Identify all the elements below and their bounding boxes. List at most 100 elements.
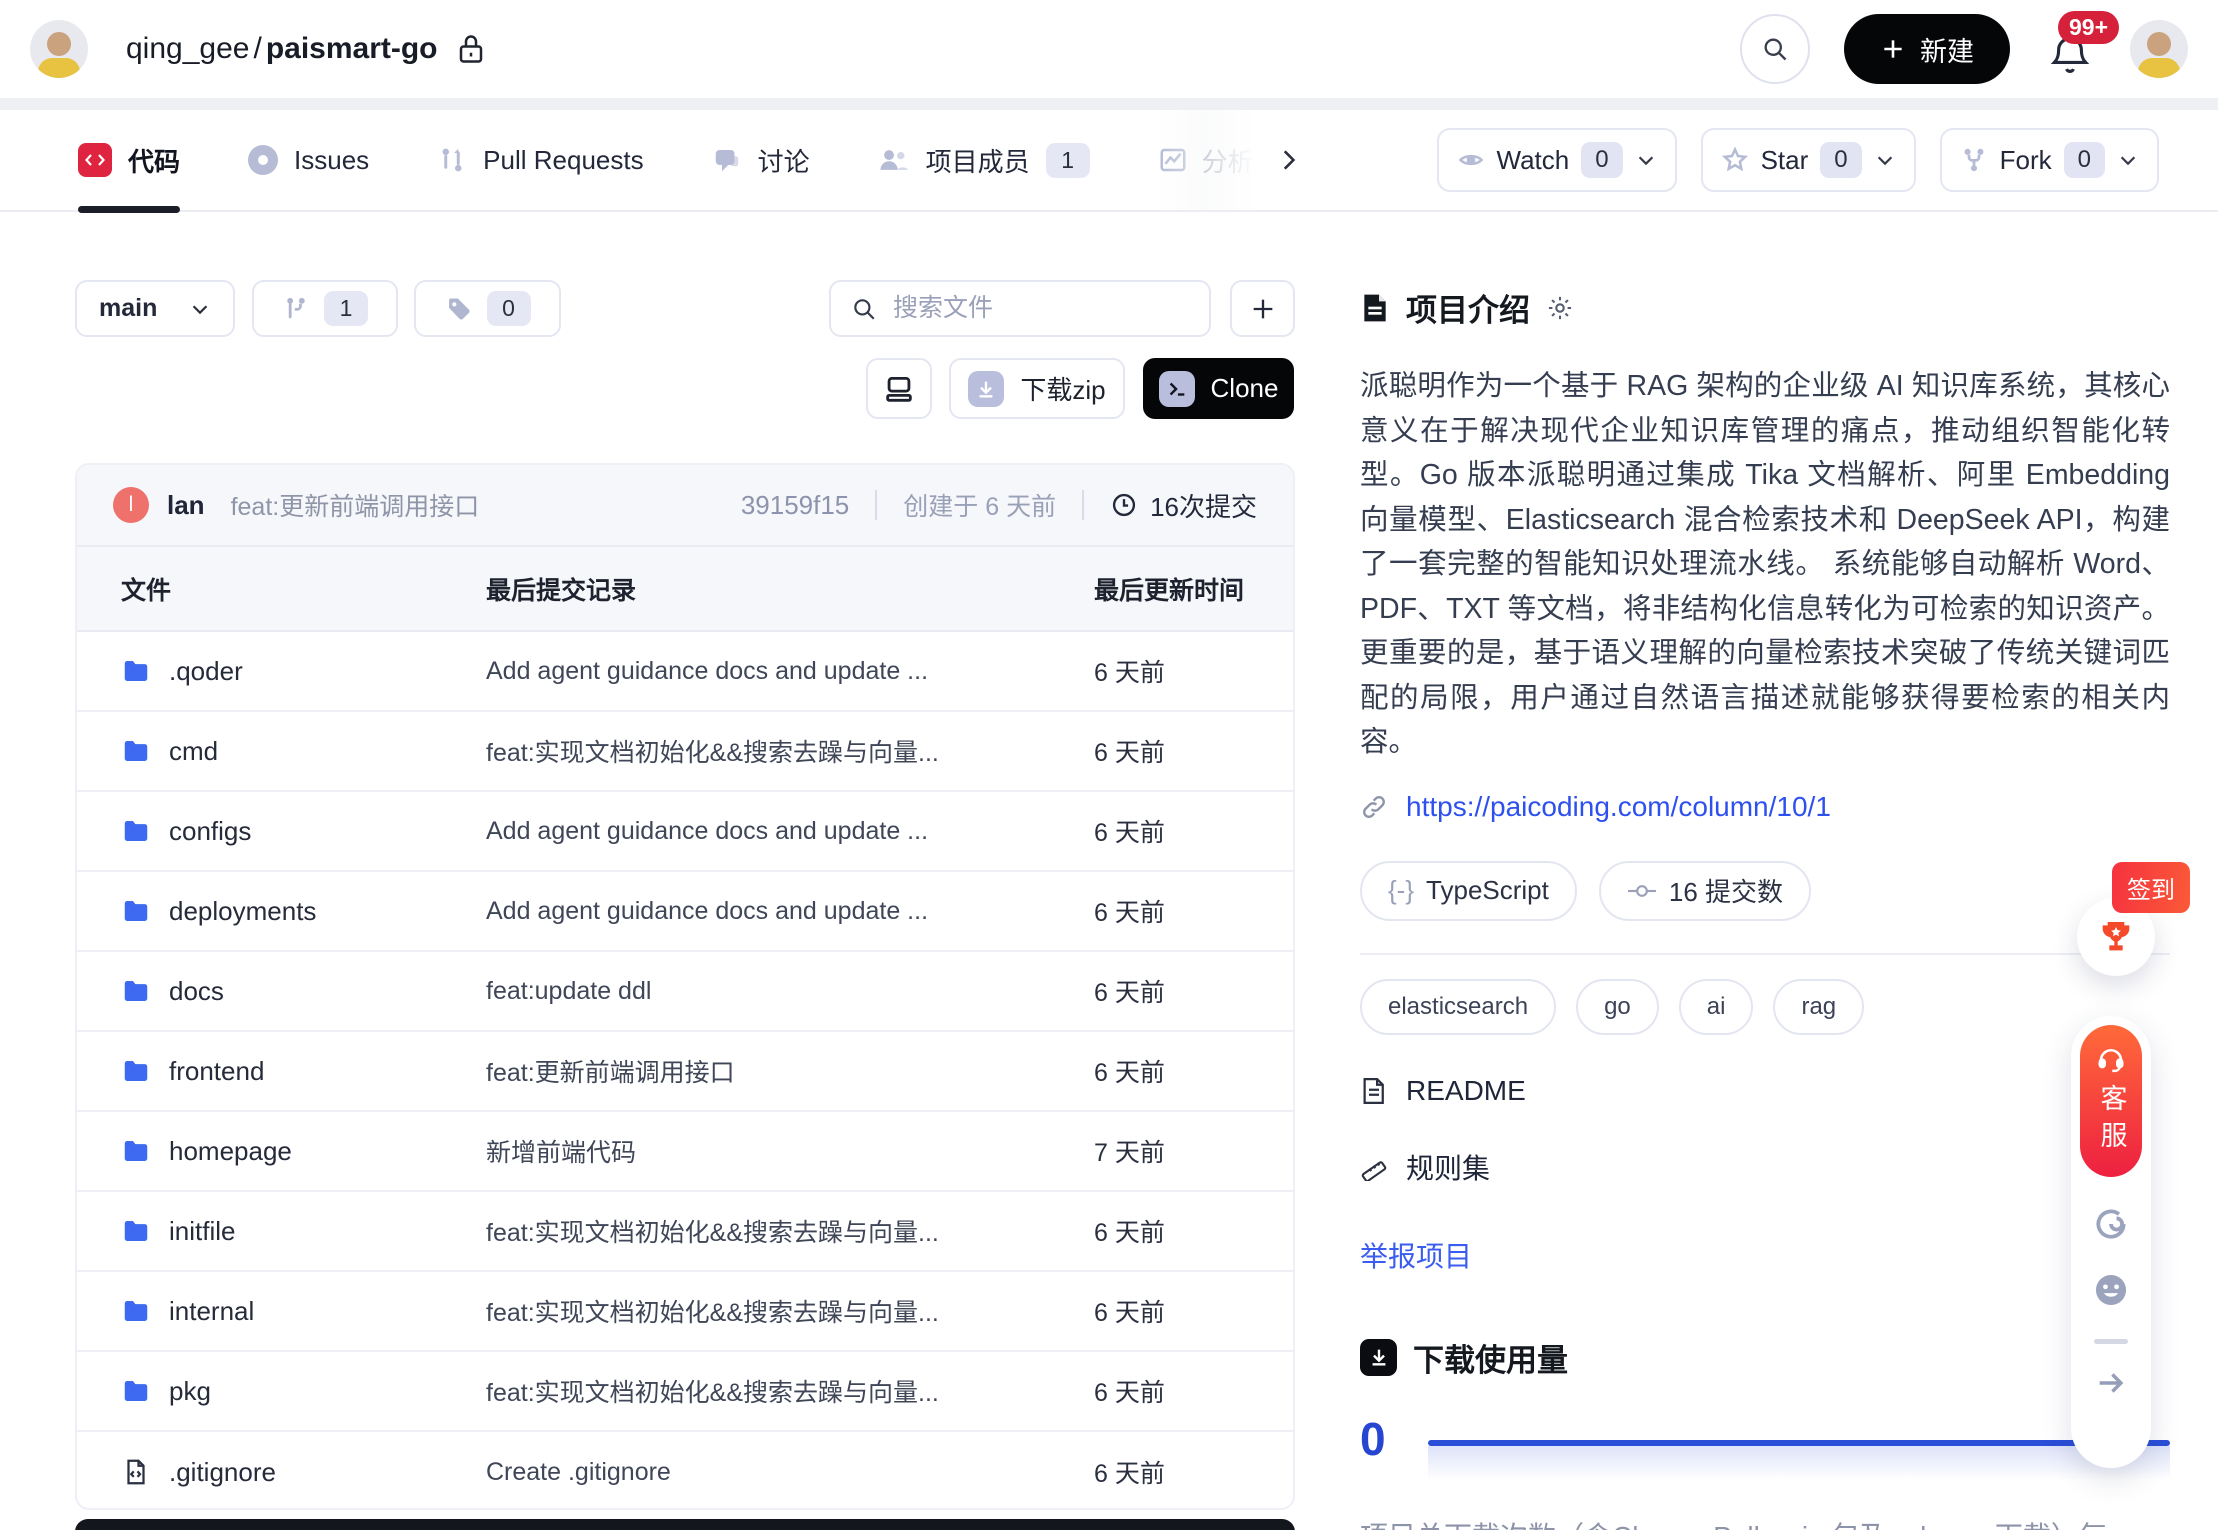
language-badge[interactable]: {-} TypeScript [1360, 861, 1577, 921]
tags-count: 0 [487, 291, 531, 326]
row-commit-message[interactable]: Add agent guidance docs and update ... [486, 817, 1094, 846]
headset-icon [2096, 1044, 2126, 1074]
commit-icon [1627, 880, 1657, 902]
row-commit-message[interactable]: feat:实现文档初始化&&搜索去躁与向量... [486, 1213, 1094, 1249]
row-commit-message[interactable]: feat:更新前端调用接口 [486, 1053, 1094, 1089]
table-row[interactable]: internal feat:实现文档初始化&&搜索去躁与向量... 6 天前 [77, 1272, 1293, 1352]
file-name[interactable]: .qoder [169, 656, 243, 687]
star-label: Star [1761, 145, 1809, 176]
row-commit-message[interactable]: feat:update ddl [486, 977, 1094, 1006]
fork-count: 0 [2064, 142, 2105, 178]
notifications-button[interactable]: 99+ [2044, 19, 2096, 79]
collapse-arrow-icon[interactable] [2094, 1366, 2128, 1400]
tag-rag[interactable]: rag [1773, 979, 1864, 1035]
avatar-letter: l [129, 493, 134, 517]
file-name[interactable]: initfile [169, 1216, 235, 1247]
tab-issues[interactable]: Issues [248, 110, 369, 210]
ruleset-row[interactable]: 规则集 [1360, 1147, 2170, 1187]
owner-avatar[interactable] [30, 20, 88, 78]
feedback-spinner-icon[interactable] [2092, 1205, 2130, 1243]
commits-badge[interactable]: 16 提交数 [1599, 861, 1811, 921]
branch-selector[interactable]: main [75, 280, 235, 337]
row-updated-time: 6 天前 [1094, 973, 1293, 1009]
commit-hash[interactable]: 39159f15 [741, 490, 849, 521]
smiley-icon[interactable] [2092, 1271, 2130, 1309]
commit-count-label: 16次提交 [1150, 487, 1257, 524]
readme-row[interactable]: README [1360, 1075, 2170, 1107]
table-row[interactable]: frontend feat:更新前端调用接口 6 天前 [77, 1032, 1293, 1112]
search-button[interactable] [1740, 14, 1810, 84]
watch-button[interactable]: Watch 0 [1437, 128, 1677, 192]
table-row[interactable]: .qoder Add agent guidance docs and updat… [77, 632, 1293, 712]
tab-discussions[interactable]: 讨论 [712, 110, 810, 210]
file-name[interactable]: frontend [169, 1056, 264, 1087]
add-file-button[interactable] [1230, 280, 1295, 337]
trophy-icon [2096, 917, 2136, 957]
latest-commit-bar[interactable]: l lan feat:更新前端调用接口 39159f15 创建于 6 天前 16… [77, 465, 1293, 547]
row-commit-message[interactable]: feat:实现文档初始化&&搜索去躁与向量... [486, 733, 1094, 769]
downloads-sparkline [1428, 1440, 2170, 1480]
tag-ai[interactable]: ai [1679, 979, 1754, 1035]
file-name[interactable]: deployments [169, 896, 316, 927]
row-commit-message[interactable]: feat:实现文档初始化&&搜索去躁与向量... [486, 1373, 1094, 1409]
chevron-down-icon[interactable] [1874, 149, 1896, 171]
downloads-title: 下载使用量 [1413, 1335, 1568, 1380]
row-commit-message[interactable]: 新增前端代码 [486, 1133, 1094, 1169]
fork-button[interactable]: Fork 0 [1940, 128, 2159, 192]
repo-owner[interactable]: qing_gee [126, 32, 249, 66]
project-link[interactable]: https://paicoding.com/column/10/1 [1406, 791, 1831, 823]
report-project-link[interactable]: 举报项目 [1360, 1235, 1472, 1275]
table-row[interactable]: docs feat:update ddl 6 天前 [77, 952, 1293, 1032]
row-commit-message[interactable]: Add agent guidance docs and update ... [486, 657, 1094, 686]
checkin-badge[interactable]: 签到 [2112, 862, 2190, 913]
clone-button[interactable]: Clone [1143, 358, 1294, 419]
gear-icon[interactable] [1546, 294, 1574, 322]
commit-message[interactable]: feat:更新前端调用接口 [231, 487, 480, 523]
file-name[interactable]: configs [169, 816, 251, 847]
star-button[interactable]: Star 0 [1701, 128, 1916, 192]
row-commit-message[interactable]: Create .gitignore [486, 1458, 1094, 1487]
commit-author-avatar[interactable]: l [113, 487, 149, 523]
fork-label: Fork [2000, 145, 2052, 176]
tags-count-button[interactable]: 0 [414, 280, 561, 337]
table-row[interactable]: initfile feat:实现文档初始化&&搜索去躁与向量... 6 天前 [77, 1192, 1293, 1272]
tag-elasticsearch[interactable]: elasticsearch [1360, 979, 1556, 1035]
tab-code[interactable]: 代码 [78, 110, 180, 210]
file-name[interactable]: internal [169, 1296, 254, 1327]
tab-pull-requests[interactable]: Pull Requests [437, 110, 643, 210]
table-row[interactable]: .gitignore Create .gitignore 6 天前 [77, 1432, 1293, 1510]
divider-dash [2094, 1339, 2128, 1344]
tab-members[interactable]: 项目成员 1 [878, 110, 1090, 210]
file-name[interactable]: docs [169, 976, 224, 1007]
tabs-overflow-chevron[interactable] [1268, 140, 1308, 180]
file-name[interactable]: pkg [169, 1376, 211, 1407]
file-toolbar: main 1 0 [75, 280, 1295, 337]
file-search-input[interactable] [891, 293, 1189, 324]
web-ide-button[interactable] [866, 358, 932, 419]
customer-service-button[interactable]: 客服 [2080, 1025, 2142, 1177]
file-name[interactable]: cmd [169, 736, 218, 767]
row-commit-message[interactable]: feat:实现文档初始化&&搜索去躁与向量... [486, 1293, 1094, 1329]
table-row[interactable]: cmd feat:实现文档初始化&&搜索去躁与向量... 6 天前 [77, 712, 1293, 792]
file-search[interactable] [829, 280, 1211, 337]
table-row[interactable]: configs Add agent guidance docs and upda… [77, 792, 1293, 872]
new-button[interactable]: 新建 [1844, 14, 2010, 84]
file-name[interactable]: homepage [169, 1136, 292, 1167]
clock-icon [1110, 491, 1138, 519]
tab-issues-label: Issues [294, 145, 369, 176]
chevron-down-icon[interactable] [1635, 149, 1657, 171]
table-row[interactable]: pkg feat:实现文档初始化&&搜索去躁与向量... 6 天前 [77, 1352, 1293, 1432]
table-row[interactable]: deployments Add agent guidance docs and … [77, 872, 1293, 952]
commit-author[interactable]: lan [167, 490, 205, 521]
commit-count[interactable]: 16次提交 [1110, 487, 1257, 524]
table-row[interactable]: homepage 新增前端代码 7 天前 [77, 1112, 1293, 1192]
tab-analytics-truncated[interactable]: 分析 [1158, 110, 1262, 210]
chevron-down-icon[interactable] [2117, 149, 2139, 171]
user-avatar[interactable] [2130, 20, 2188, 78]
tag-go[interactable]: go [1576, 979, 1659, 1035]
row-commit-message[interactable]: Add agent guidance docs and update ... [486, 897, 1094, 926]
repo-name[interactable]: paismart-go [266, 32, 438, 66]
download-zip-button[interactable]: 下载zip [949, 358, 1125, 419]
file-name[interactable]: .gitignore [169, 1457, 276, 1488]
branches-count-button[interactable]: 1 [252, 280, 398, 337]
